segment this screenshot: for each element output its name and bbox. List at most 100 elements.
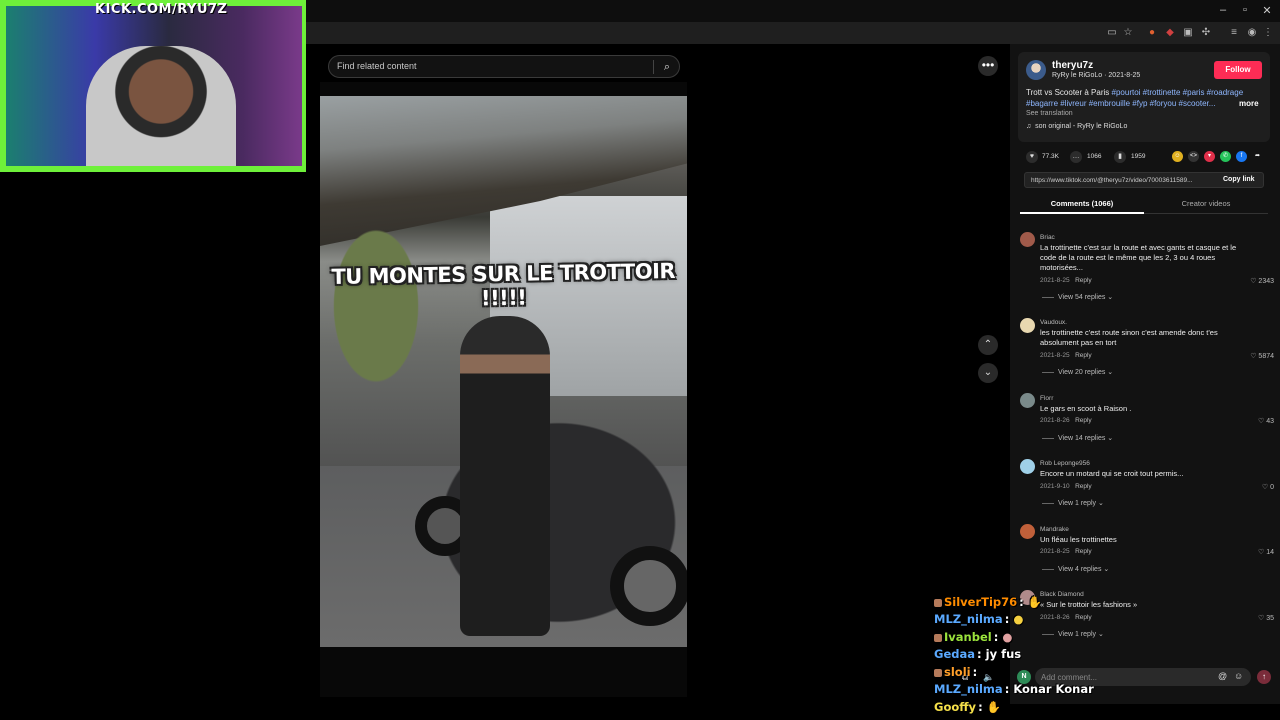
comment-meta: 2021-8-25 Reply (1040, 277, 1092, 284)
view-replies-link[interactable]: View 1 reply ⌄ (1042, 630, 1104, 638)
comment-text: Un fléau les trottinettes (1040, 535, 1117, 544)
minimize-icon[interactable]: – (1216, 4, 1230, 16)
comment-username[interactable]: Black Diamond (1040, 591, 1084, 598)
comment-avatar[interactable] (1020, 393, 1035, 408)
reply-button[interactable]: Reply (1075, 277, 1092, 284)
caption-hashtags[interactable]: #pourtoi #trottinette #paris #roadrage (1112, 88, 1244, 97)
comment-username[interactable]: Mandrake (1040, 526, 1069, 533)
like-icon[interactable]: ♥ (1026, 151, 1038, 163)
comment-like-count[interactable]: ♡ 43 (1230, 417, 1274, 425)
comment-date: 2021-9-10 (1040, 483, 1070, 490)
media-icon[interactable]: ≡ (1228, 27, 1240, 39)
bookmark-star-icon[interactable]: ☆ (1122, 27, 1134, 39)
chat-separator: : (978, 700, 983, 714)
tab-comments[interactable]: Comments (1066) (1020, 199, 1144, 208)
author-username[interactable]: theryu7z (1052, 60, 1093, 71)
comment-like-number: 2343 (1258, 278, 1274, 285)
profile-icon[interactable]: ◉ (1246, 27, 1258, 39)
close-icon[interactable]: ✕ (1260, 4, 1274, 17)
comment-date: 2021-8-25 (1040, 352, 1070, 359)
comment-like-count[interactable]: ♡ 2343 (1230, 277, 1274, 285)
see-translation-link[interactable]: See translation (1026, 110, 1073, 117)
more-options-button[interactable]: ••• (978, 56, 998, 76)
bookmark-icon[interactable]: ▮ (1114, 151, 1126, 163)
comment-avatar[interactable] (1020, 459, 1035, 474)
caption-more-link[interactable]: more (1239, 99, 1259, 108)
chat-username: Gedaa (934, 647, 975, 661)
chat-username: Ivanbel (944, 630, 992, 644)
comment-avatar[interactable] (1020, 232, 1035, 247)
view-replies-link[interactable]: View 4 replies ⌄ (1042, 565, 1109, 573)
view-replies-link[interactable]: View 1 reply ⌄ (1042, 499, 1104, 507)
emote-icon: ● (1013, 612, 1024, 626)
share-repost-icon[interactable]: ☺ (1172, 151, 1183, 162)
copy-link-button[interactable]: Copy link (1223, 176, 1255, 183)
comment-avatar[interactable] (1020, 524, 1035, 539)
previous-video-button[interactable]: ⌃ (978, 335, 998, 355)
send-icon[interactable]: ▾ (1204, 151, 1215, 162)
view-replies-link[interactable]: View 54 replies ⌄ (1042, 293, 1113, 301)
sound-link[interactable]: ♫ son original - RyRy le RiGoLo (1026, 123, 1127, 130)
facebook-icon[interactable]: f (1236, 151, 1247, 162)
view-replies-link[interactable]: View 14 replies ⌄ (1042, 434, 1113, 442)
comment-username[interactable]: Briac (1040, 234, 1055, 241)
heart-icon: ♡ (1257, 549, 1265, 556)
next-video-button[interactable]: ⌄ (978, 363, 998, 383)
chat-username: sloli (944, 665, 971, 679)
cast-icon[interactable]: ▭ (1106, 27, 1118, 39)
comment-like-count[interactable]: ♡ 14 (1230, 548, 1274, 556)
view-replies-link[interactable]: View 20 replies ⌄ (1042, 368, 1113, 376)
embed-icon[interactable]: <> (1188, 151, 1199, 162)
video-overlay-text: TU MONTES SUR LE TROTTOIR !!!!! (331, 259, 676, 311)
webcam-feed (6, 6, 302, 166)
view-replies-text: View 1 reply (1058, 500, 1097, 507)
reply-button[interactable]: Reply (1075, 548, 1092, 555)
whatsapp-icon[interactable]: ✆ (1220, 151, 1231, 162)
comment-avatar[interactable] (1020, 318, 1035, 333)
sound-name: son original - RyRy le RiGoLo (1035, 123, 1128, 130)
chat-username: MLZ_nilma (934, 612, 1003, 626)
video-wheel-front (610, 546, 687, 626)
extension-icon[interactable]: ◆ (1164, 27, 1176, 39)
share-arrow-icon[interactable]: ➦ (1252, 151, 1263, 162)
heart-icon: ♡ (1261, 484, 1269, 491)
comment-username[interactable]: Florr (1040, 395, 1053, 402)
comment-text: Encore un motard qui se croit tout permi… (1040, 469, 1184, 478)
emoji-icon[interactable]: ☺ (1234, 671, 1243, 681)
chevron-down-icon: ⌄ (1097, 500, 1104, 507)
comment-like-count[interactable]: ♡ 35 (1230, 614, 1274, 622)
video-player[interactable]: TU MONTES SUR LE TROTTOIR !!!!! (320, 96, 687, 647)
comment-icon[interactable]: … (1070, 151, 1082, 163)
menu-dots-icon[interactable]: ⋮ (1262, 27, 1274, 39)
chat-message: MLZ_nilma: Konar Konar (934, 682, 1094, 696)
chevron-down-icon: ⌄ (1107, 435, 1114, 442)
heart-icon: ♡ (1250, 278, 1257, 285)
reply-button[interactable]: Reply (1075, 483, 1092, 490)
chat-message: sloli: (934, 665, 977, 679)
comment-username[interactable]: Vaudoux. (1040, 319, 1067, 326)
maximize-icon[interactable]: ▫ (1238, 4, 1252, 16)
follow-button[interactable]: Follow (1214, 61, 1262, 79)
mention-icon[interactable]: @ (1218, 671, 1227, 681)
extension-icon[interactable]: ▣ (1182, 27, 1194, 39)
reply-button[interactable]: Reply (1075, 352, 1092, 359)
puzzle-icon[interactable]: ✣ (1200, 27, 1212, 39)
search-icon[interactable]: ⌕ (659, 59, 675, 75)
emote-icon: ✋ (1027, 595, 1043, 609)
comment-meta: 2021-8-26 Reply (1040, 417, 1092, 424)
search-input[interactable] (337, 61, 647, 71)
extension-icon[interactable]: ● (1146, 27, 1158, 39)
chat-separator: : (1019, 595, 1024, 609)
reply-button[interactable]: Reply (1075, 614, 1092, 621)
tab-creator-videos[interactable]: Creator videos (1144, 199, 1268, 208)
comment-like-count[interactable]: ♡ 0 (1230, 483, 1274, 491)
comment-username[interactable]: Rob Leponge956 (1040, 460, 1090, 467)
comment-like-count[interactable]: ♡ 5874 (1230, 352, 1274, 360)
tab-active-indicator (1020, 212, 1144, 214)
video-url[interactable]: https://www.tiktok.com/@theryu7z/video/7… (1031, 177, 1192, 184)
caption-hashtags[interactable]: #bagarre #livreur #embrouille #fyp #fory… (1026, 99, 1215, 108)
reply-button[interactable]: Reply (1075, 417, 1092, 424)
chat-separator: : (1004, 612, 1010, 626)
send-comment-button[interactable]: ↑ (1257, 670, 1271, 684)
author-avatar[interactable] (1026, 60, 1046, 80)
